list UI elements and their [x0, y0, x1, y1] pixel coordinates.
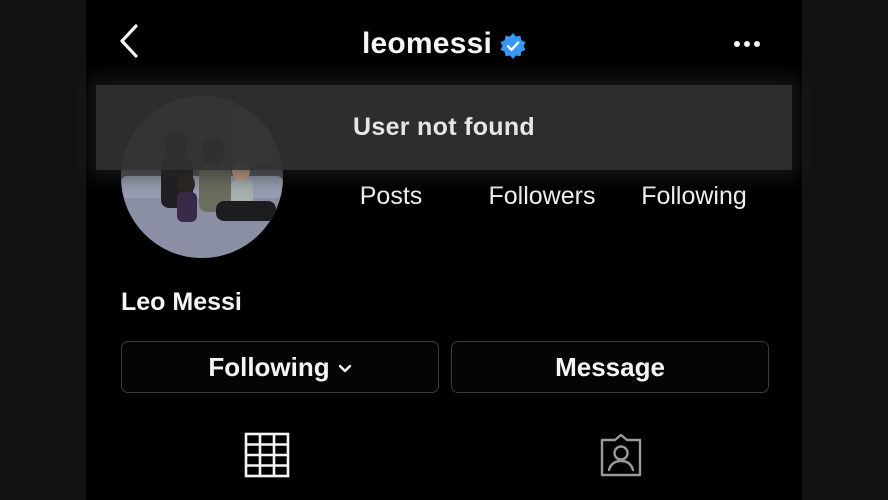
- tagged-user-icon: [600, 433, 642, 477]
- verified-badge-icon: [500, 32, 526, 59]
- more-options-button[interactable]: [731, 34, 763, 54]
- tab-tagged[interactable]: [598, 432, 644, 478]
- toast-message: User not found: [353, 113, 535, 141]
- stat-posts-label[interactable]: Posts: [316, 180, 466, 212]
- more-horizontal-icon: [734, 41, 760, 47]
- tab-posts-grid[interactable]: [244, 432, 290, 478]
- error-toast: User not found: [96, 85, 792, 170]
- message-button-label: Message: [555, 351, 665, 382]
- chevron-down-icon: [338, 364, 351, 372]
- profile-full-name: Leo Messi: [121, 288, 242, 316]
- stat-following-label[interactable]: Following: [619, 180, 769, 212]
- following-button-label: Following: [208, 351, 330, 382]
- stat-followers-label[interactable]: Followers: [467, 180, 617, 212]
- message-button[interactable]: Message: [451, 341, 769, 393]
- username: leomessi: [361, 27, 492, 60]
- following-button[interactable]: Following: [121, 341, 439, 393]
- grid-icon: [244, 432, 290, 478]
